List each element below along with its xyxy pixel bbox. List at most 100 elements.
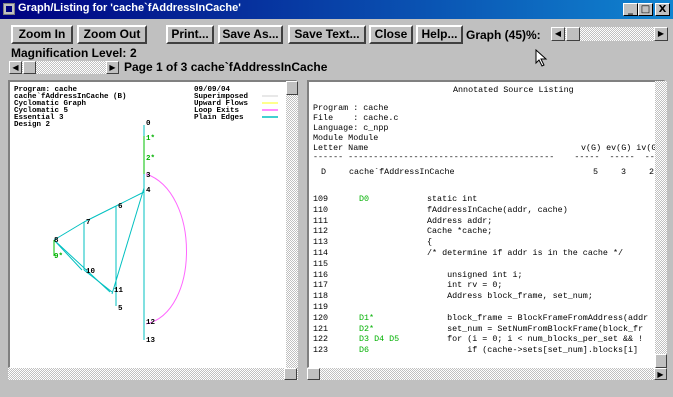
line-number: 116	[313, 269, 329, 280]
source-line: 123 D6 if (cache->sets[set_num].blocks[i]	[313, 345, 664, 356]
node-6: 6	[118, 203, 123, 211]
node-4: 4	[146, 187, 151, 195]
maximize-button[interactable]: □	[638, 3, 653, 16]
listing-file: File : cache.c	[313, 113, 399, 123]
module-evg: 3	[621, 167, 627, 177]
source-line: 113 {	[313, 237, 664, 248]
close-window-button[interactable]: X	[655, 3, 670, 16]
legend-plain-edges: Plain Edges	[194, 114, 244, 122]
node-1: 1*	[146, 135, 155, 143]
node-13: 13	[146, 337, 156, 345]
line-tag: D3 D4 D5	[359, 334, 400, 345]
listing-language: Language: c_npp	[313, 123, 389, 133]
source-line: 109 D0 static int	[313, 194, 664, 204]
line-code: block_frame = BlockFrameFromAddress(addr	[427, 312, 649, 323]
magnification-label: Magnification Level:	[11, 46, 127, 60]
line-number: 122	[313, 334, 329, 345]
module-ivg: 2	[649, 167, 655, 177]
save-text-button[interactable]: Save Text...	[288, 25, 366, 44]
app-icon	[3, 3, 15, 15]
listing-title: Annotated Source Listing	[453, 85, 574, 95]
listing-scroll-right-arrow-icon[interactable]: ▶	[654, 368, 667, 380]
source-line: 122 D3 D4 D5 for (i = 0; i < num_blocks_p…	[313, 334, 664, 345]
graph-hscroll-thumb[interactable]	[284, 368, 297, 380]
line-tag: D6	[359, 345, 370, 356]
line-code: for (i = 0; i < num_blocks_per_set && !	[427, 334, 644, 345]
line-code: if (cache->sets[set_num].blocks[i]	[427, 345, 639, 356]
listing-vertical-scrollbar[interactable]	[655, 81, 667, 368]
module-vg: 5	[593, 167, 599, 177]
line-code: Cache *cache;	[427, 226, 493, 237]
graph-vertical-scrollbar[interactable]	[286, 81, 298, 368]
source-line: 118 Address block_frame, set_num;	[313, 291, 664, 302]
listing-divider: ------ ---------------------------------…	[313, 152, 665, 162]
help-button[interactable]: Help...	[416, 25, 463, 44]
mouse-pointer-icon	[535, 49, 548, 67]
line-number: 119	[313, 302, 329, 312]
line-tag: D0	[359, 194, 370, 204]
graph-pane: Program: cache cache`fAddressInCache (B)…	[8, 80, 297, 368]
graph-percent-slider[interactable]: ◀ ▶	[551, 27, 668, 41]
slider-thumb[interactable]	[566, 27, 580, 41]
listing-hscroll-thumb[interactable]	[307, 368, 320, 380]
slider-left-arrow-icon[interactable]: ◀	[551, 27, 565, 41]
page-prev-arrow-icon[interactable]: ◀	[9, 61, 22, 74]
slider-right-arrow-icon[interactable]: ▶	[654, 27, 668, 41]
listing-program: Program : cache	[313, 103, 389, 113]
line-number: 110	[313, 204, 329, 215]
line-code: /* determine if addr is in the cache */	[427, 248, 624, 258]
save-as-button[interactable]: Save As...	[218, 25, 283, 44]
node-2: 2*	[146, 155, 155, 163]
node-8: 8	[54, 237, 59, 245]
source-line: 112 Cache *cache;	[313, 226, 664, 237]
line-number: 114	[313, 248, 329, 258]
line-number: 120	[313, 312, 329, 323]
listing-vscroll-thumb[interactable]	[655, 354, 667, 368]
listing-col-header-1: Module Module	[313, 133, 379, 143]
source-line: 115	[313, 258, 664, 269]
line-number: 109	[313, 194, 329, 204]
graph-percent-label: Graph (45)%:	[466, 28, 541, 42]
zoom-out-button[interactable]: Zoom Out	[77, 25, 147, 44]
minimize-button[interactable]: _	[623, 3, 638, 16]
page-scroller[interactable]: ◀ ▶	[9, 61, 119, 74]
page-next-arrow-icon[interactable]: ▶	[106, 61, 119, 74]
close-button[interactable]: Close	[369, 25, 413, 44]
flowgraph-nodes: 0 1* 2* 3 4 5 6 7 8 9* 10 11 12 13	[54, 120, 156, 345]
line-tag: D2*	[359, 323, 375, 334]
node-5: 5	[118, 305, 123, 313]
line-code: set_num = SetNumFromBlockFrame(block_fr	[427, 323, 644, 334]
line-number: 111	[313, 215, 329, 226]
flowgraph-canvas: Program: cache cache`fAddressInCache (B)…	[14, 86, 278, 345]
node-11: 11	[114, 287, 124, 295]
node-7: 7	[86, 219, 91, 227]
line-code: static int	[427, 194, 478, 204]
zoom-in-button[interactable]: Zoom In	[11, 25, 73, 44]
line-number: 115	[313, 258, 329, 269]
line-number: 123	[313, 345, 329, 356]
line-number: 118	[313, 291, 329, 302]
line-number: 112	[313, 226, 329, 237]
line-code: fAddressInCache(addr, cache)	[427, 204, 568, 215]
module-name: cache`fAddressInCache	[349, 167, 455, 177]
line-number: 121	[313, 323, 329, 334]
line-code: Address addr;	[427, 215, 493, 226]
line-number: 117	[313, 280, 329, 291]
source-line: 121 D2* set_num = SetNumFromBlockFrame(bl…	[313, 323, 664, 334]
line-code: {	[427, 237, 433, 248]
node-3: 3	[146, 172, 151, 180]
node-12: 12	[146, 319, 156, 327]
line-number: 113	[313, 237, 329, 248]
page-info: Page 1 of 3 cache`fAddressInCache	[124, 60, 328, 74]
title-bar: Graph/Listing for 'cache`fAddressInCache…	[0, 0, 673, 19]
node-0: 0	[146, 120, 151, 128]
source-line: 114 /* determine if addr is in the cache …	[313, 248, 664, 258]
listing-horizontal-scrollbar[interactable]: ▶	[307, 368, 667, 380]
line-code: int rv = 0;	[427, 280, 503, 291]
source-line: 120 D1* block_frame = BlockFrameFromAddre…	[313, 312, 664, 323]
graph-horizontal-scrollbar[interactable]	[8, 368, 298, 380]
graph-vscroll-thumb[interactable]	[286, 81, 298, 95]
source-line: 119	[313, 302, 664, 312]
print-button[interactable]: Print...	[166, 25, 214, 44]
page-scroll-thumb[interactable]	[23, 61, 36, 74]
